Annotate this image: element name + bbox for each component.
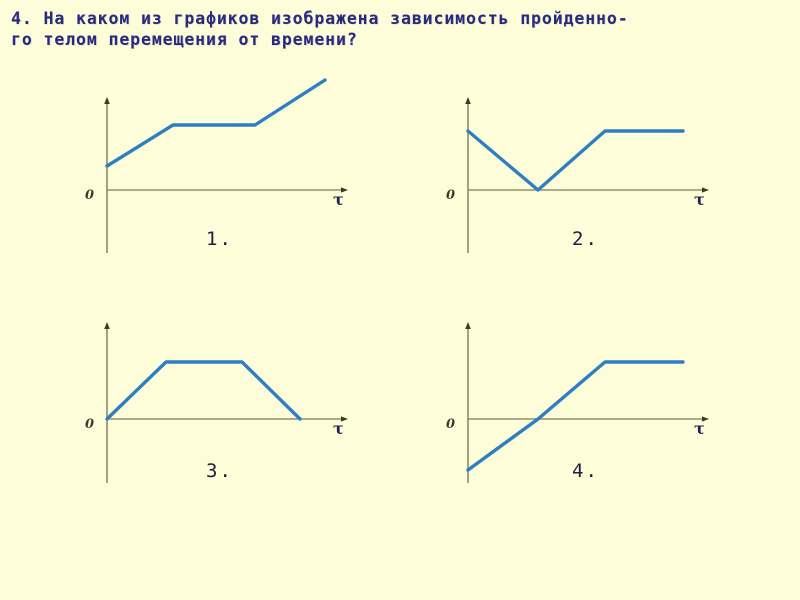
origin-label-4: 0 xyxy=(446,417,456,432)
graph-number-1: 1. xyxy=(206,228,233,250)
x-axis-label-4: τ xyxy=(694,419,705,438)
graph-number-4: 4. xyxy=(572,460,599,482)
graph-number-3: 3. xyxy=(206,460,233,482)
curve-graph-1 xyxy=(105,78,327,168)
x-axis-label-3: τ xyxy=(333,419,344,438)
x-axis-label-2: τ xyxy=(694,190,705,209)
curve-graph-3 xyxy=(105,360,302,421)
y-axis-arrow-icon xyxy=(465,97,471,104)
x-axis-label-1: τ xyxy=(333,190,344,209)
slide-page: 4. На каком из графиков изображена завис… xyxy=(0,0,800,600)
origin-label-1: 0 xyxy=(85,188,95,203)
y-axis-arrow-icon xyxy=(104,322,110,329)
graph-number-2: 2. xyxy=(572,228,599,250)
origin-label-2: 0 xyxy=(446,188,456,203)
y-axis-arrow-icon xyxy=(104,97,110,104)
curve-graph-2 xyxy=(466,129,685,192)
y-axis-arrow-icon xyxy=(465,322,471,329)
page-title: 4. На каком из графиков изображена завис… xyxy=(11,9,629,49)
curve-graph-4 xyxy=(466,360,685,472)
origin-label-3: 0 xyxy=(85,417,95,432)
